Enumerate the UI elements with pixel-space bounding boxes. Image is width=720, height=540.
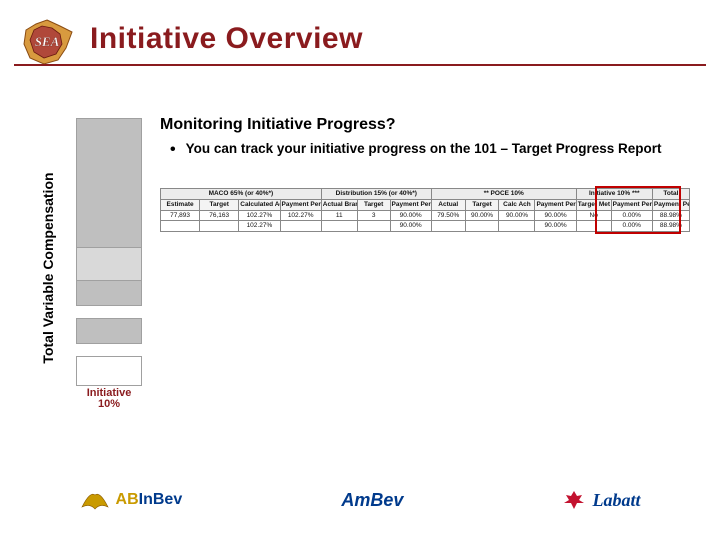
col-pay-pct-total: Payment Percentage — [652, 199, 689, 210]
content-subtitle: Monitoring Initiative Progress? — [160, 116, 696, 134]
col-pay-pct4: Payment Percentage — [611, 199, 652, 210]
section-poce: ** POCE 10% — [431, 189, 576, 200]
section-total: Total — [652, 189, 689, 200]
cell: 90.00% — [535, 221, 576, 232]
cell — [161, 221, 200, 232]
cell — [576, 221, 611, 232]
section-maco: MACO 65% (or 40%*) — [161, 189, 322, 200]
col-target: Target — [200, 199, 239, 210]
cell: 90.00% — [499, 210, 535, 221]
slide: SEA Initiative Overview Total Variable C… — [0, 0, 720, 540]
col-calc-ach: Calculated Achievement — [239, 199, 280, 210]
cell: 90.00% — [390, 221, 431, 232]
bullet-text: You can track your initiative progress o… — [186, 140, 662, 158]
ambev-logo: AmBev — [341, 490, 403, 511]
bar-gap — [76, 306, 142, 319]
footer-brands: ABInBev AmBev Labatt — [0, 480, 720, 520]
cell — [200, 221, 239, 232]
labatt-logo: Labatt — [562, 489, 640, 511]
col-target-met: Target Met — [576, 199, 611, 210]
cell: 102.27% — [280, 210, 321, 221]
bar-segment — [76, 118, 142, 248]
slide-title: Initiative Overview — [90, 22, 363, 56]
sea-logo: SEA — [16, 18, 78, 68]
cell: 79.50% — [431, 210, 465, 221]
cell — [280, 221, 321, 232]
logo-text: SEA — [35, 34, 60, 49]
cell: No — [576, 210, 611, 221]
cell — [357, 221, 390, 232]
title-underline — [14, 64, 706, 66]
table-row: 77,893 76,163 102.27% 102.27% 11 3 90.00… — [161, 210, 690, 221]
column-header-row: Estimate Target Calculated Achievement P… — [161, 199, 690, 210]
cell: 76,163 — [200, 210, 239, 221]
cell: 102.27% — [239, 210, 280, 221]
col-actual: Actual — [431, 199, 465, 210]
cell: 102.27% — [239, 221, 280, 232]
col-pay-pct3: Payment Percentage — [535, 199, 576, 210]
abinbev-logo: ABInBev — [80, 487, 183, 513]
cell — [321, 221, 357, 232]
cell: 88.98% — [652, 210, 689, 221]
col-actual-brand: Actual Brand — [321, 199, 357, 210]
bar-segment-initiative — [76, 357, 142, 386]
bar-caption: Initiative 10% — [76, 388, 142, 410]
col-calc-ach2: Calc Ach — [499, 199, 535, 210]
target-progress-report: MACO 65% (or 40%*) Distribution 15% (or … — [160, 188, 690, 232]
cell: 90.00% — [535, 210, 576, 221]
bar-segment — [76, 248, 142, 281]
leaf-icon — [562, 489, 586, 511]
col-pay-pct2: Payment Percentage — [390, 199, 431, 210]
brand-text: AB — [116, 491, 139, 508]
col-target2: Target — [357, 199, 390, 210]
bullet-icon: • — [170, 140, 176, 160]
col-pay-pct: Payment Percentage — [280, 199, 321, 210]
bar-segment — [76, 281, 142, 306]
section-init: Initiative 10% *** — [576, 189, 652, 200]
y-axis-label: Total Variable Compensation — [40, 138, 56, 398]
cell: 88.98% — [652, 221, 689, 232]
cell: 3 — [357, 210, 390, 221]
bar-gap — [76, 344, 142, 357]
cell: 77,893 — [161, 210, 200, 221]
section-header-row: MACO 65% (or 40%*) Distribution 15% (or … — [161, 189, 690, 200]
bullet-item: • You can track your initiative progress… — [160, 140, 696, 160]
cell — [499, 221, 535, 232]
cell: 90.00% — [390, 210, 431, 221]
table-row: 102.27% 90.00% 90.00% 0.00% 88.98% — [161, 221, 690, 232]
bar-segment — [76, 319, 142, 344]
brand-text: InBev — [139, 491, 183, 508]
cell: 0.00% — [611, 221, 652, 232]
cell: 11 — [321, 210, 357, 221]
col-target3: Target — [465, 199, 499, 210]
col-estimate: Estimate — [161, 199, 200, 210]
cell — [431, 221, 465, 232]
section-dist: Distribution 15% (or 40%*) — [321, 189, 431, 200]
content-area: Monitoring Initiative Progress? • You ca… — [160, 116, 696, 232]
eagle-icon — [80, 487, 110, 513]
brand-text: Labatt — [592, 490, 640, 511]
cell — [465, 221, 499, 232]
cell: 0.00% — [611, 210, 652, 221]
cell: 90.00% — [465, 210, 499, 221]
compensation-bar: Initiative 10% — [76, 118, 142, 410]
